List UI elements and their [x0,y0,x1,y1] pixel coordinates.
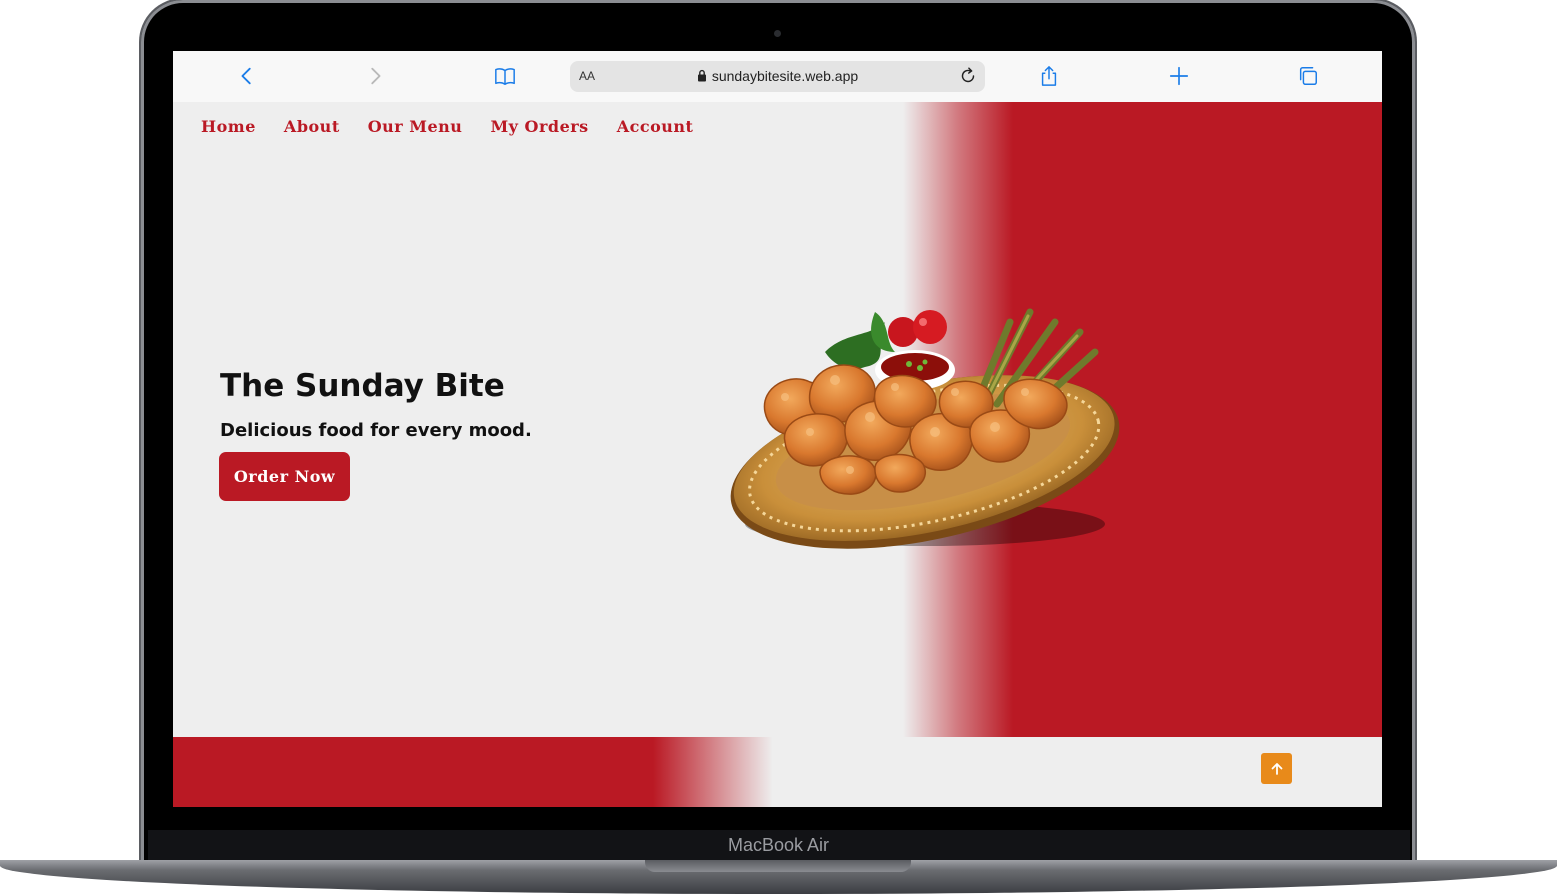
nav-account-link[interactable]: Account [617,117,694,136]
url-display[interactable]: sundaybitesite.web.app [570,68,985,84]
fried-chicken-platter-image [730,308,1120,549]
new-tab-button[interactable] [1166,63,1192,89]
nav-home-link[interactable]: Home [201,117,256,136]
hero-title: The Sunday Bite [220,368,505,404]
device-model-label: MacBook Air [727,835,830,855]
hero-subtitle: Delicious food for every mood. [220,420,532,441]
browser-toolbar: AA sundaybitesite.web.app [173,51,1382,103]
nav-my-orders-link[interactable]: My Orders [490,117,588,136]
nav-about-link[interactable]: About [284,117,340,136]
bookmarks-button[interactable] [492,63,518,89]
footer-band [173,737,1382,807]
tabs-button[interactable] [1295,63,1321,89]
share-icon [1041,66,1057,86]
chevron-right-icon [371,67,381,85]
scroll-to-top-button[interactable] [1261,753,1292,784]
arrow-up-icon [1271,762,1282,775]
webpage: Home About Our Menu My Orders Account Th… [173,102,1382,807]
lock-icon [697,69,706,82]
plus-icon [1169,66,1189,86]
forward-button[interactable] [362,63,388,89]
back-button[interactable] [234,63,260,89]
main-nav: Home About Our Menu My Orders Account [201,117,693,136]
address-bar[interactable]: AA sundaybitesite.web.app [570,61,985,92]
hinge-notch [645,860,911,872]
camera [774,30,781,37]
reload-icon[interactable] [957,65,979,87]
book-icon [495,68,515,85]
screen: AA sundaybitesite.web.app Home About Our… [173,51,1382,807]
nav-our-menu-link[interactable]: Our Menu [368,117,463,136]
share-button[interactable] [1036,63,1062,89]
url-text: sundaybitesite.web.app [711,68,859,84]
chevron-left-icon [241,67,251,85]
order-now-button[interactable]: Order Now [219,452,350,501]
tabs-icon [1299,67,1317,85]
